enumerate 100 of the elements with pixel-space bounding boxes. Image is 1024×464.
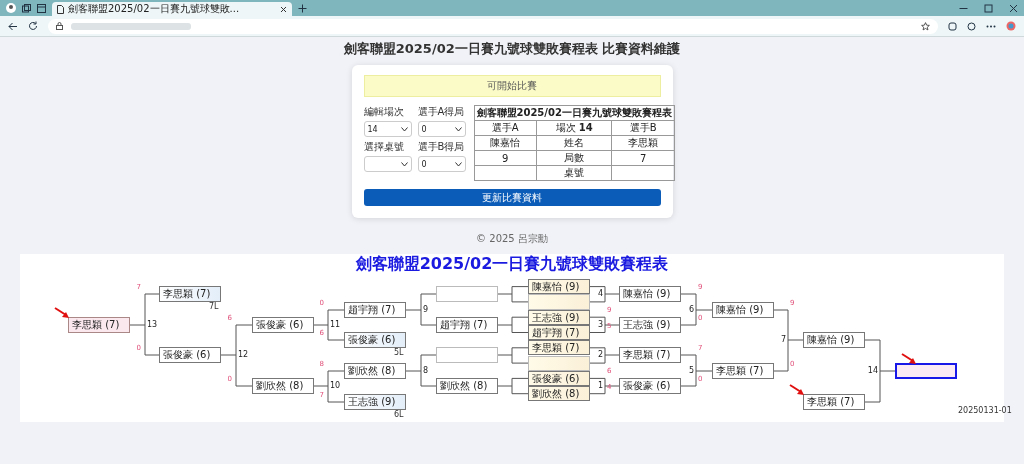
empty-slot xyxy=(528,294,590,310)
chevron-icon xyxy=(454,126,462,132)
select-field[interactable]: 14 xyxy=(363,121,412,137)
update-button[interactable]: 更新比賽資料 xyxy=(363,189,661,206)
match-number: 9 xyxy=(423,304,429,316)
player-box: 李思穎 (7) xyxy=(712,363,774,379)
tab-title: 劍客聯盟2025/02一日賽九號球雙敗... xyxy=(68,3,241,15)
player-box: 劉欣然 (8) xyxy=(528,386,590,402)
table-cell: 場次 14 xyxy=(536,120,612,136)
drop-note: 7L xyxy=(209,302,219,311)
field-label: 選手A得局 xyxy=(417,105,466,119)
match-number: 11 xyxy=(330,319,341,331)
more-icon[interactable] xyxy=(986,24,996,28)
table-cell: 陳嘉怡 xyxy=(474,135,537,151)
close-icon[interactable] xyxy=(1009,3,1018,13)
match-number: 6 xyxy=(687,304,694,316)
connector-line xyxy=(312,309,345,341)
connector-line xyxy=(128,293,160,356)
match-number: 13 xyxy=(147,319,158,331)
table-cell: 9 xyxy=(474,150,537,166)
table-title: 劍客聯盟2025/02一日賽九號球雙敗賽程表 xyxy=(474,105,675,121)
connector-line xyxy=(772,309,804,372)
connector-line xyxy=(679,293,713,326)
status-notice: 可開始比賽 xyxy=(363,75,661,97)
maximize-icon[interactable] xyxy=(984,3,993,13)
table-cell: 選手B xyxy=(611,120,675,136)
match-number: 12 xyxy=(238,349,249,361)
collections-icon[interactable] xyxy=(22,3,31,13)
chevron-icon xyxy=(400,161,408,167)
tab-actions-icon[interactable] xyxy=(37,3,46,13)
player-box: 趙宇翔 (7) xyxy=(344,302,406,318)
connector-line xyxy=(220,324,253,387)
connector-line xyxy=(404,293,437,326)
empty-slot xyxy=(895,363,957,379)
player-box: 劉欣然 (8) xyxy=(252,378,314,394)
page-icon xyxy=(57,4,64,14)
connector-line xyxy=(588,377,620,395)
player-box: 李思穎 (7) xyxy=(528,340,590,356)
field-label: 選擇桌號 xyxy=(363,140,405,154)
lock-icon xyxy=(56,22,63,30)
select-field[interactable] xyxy=(363,156,412,172)
table-cell: 桌號 xyxy=(536,165,612,181)
player-box: 李思穎 (7) xyxy=(68,317,130,333)
player-box: 李思穎 (7) xyxy=(803,394,865,410)
player-box: 陳嘉怡 (9) xyxy=(528,279,590,295)
player-box: 王志強 (9) xyxy=(344,394,406,410)
browser-tab[interactable]: 劍客聯盟2025/02一日賽九號球雙敗... xyxy=(52,2,292,16)
field-label: 編輯場次 xyxy=(363,105,405,119)
match-number: 7 xyxy=(779,334,786,346)
player-box: 李思穎 (7) xyxy=(619,347,681,363)
player-box: 李思穎 (7) xyxy=(159,286,221,302)
chevron-icon xyxy=(454,161,462,167)
match-number: 5 xyxy=(687,365,694,377)
player-box: 張俊豪 (6) xyxy=(252,317,314,333)
player-box: 張俊豪 (6) xyxy=(159,347,221,363)
back-icon[interactable] xyxy=(8,21,18,31)
footer-text: © 2025 呂宗勳 xyxy=(476,232,548,246)
star-icon[interactable] xyxy=(921,21,930,31)
player-box: 劉欣然 (8) xyxy=(344,363,406,379)
page-title: 劍客聯盟2025/02一日賽九號球雙敗賽程表 比賽資料維護 xyxy=(343,40,681,58)
chevron-icon xyxy=(400,126,408,132)
table-cell: 姓名 xyxy=(536,135,612,151)
new-tab-icon[interactable] xyxy=(298,3,307,13)
empty-slot xyxy=(528,355,590,371)
field-label: 選手B得局 xyxy=(417,140,466,154)
drop-note: 6L xyxy=(394,410,404,419)
match-number: 3 xyxy=(596,319,603,331)
player-box: 王志強 (9) xyxy=(619,317,681,333)
reload-icon[interactable] xyxy=(28,21,38,31)
connector-line xyxy=(312,370,345,403)
select-field[interactable]: 0 xyxy=(417,156,466,172)
connector-line xyxy=(496,286,529,303)
match-number: 8 xyxy=(423,365,429,377)
player-box: 趙宇翔 (7) xyxy=(436,317,498,333)
empty-slot xyxy=(436,347,498,363)
connector-line xyxy=(588,316,620,333)
profile-icon[interactable] xyxy=(6,3,16,13)
connector-line xyxy=(863,339,896,403)
close-icon[interactable] xyxy=(280,5,287,13)
connector-line xyxy=(588,286,620,303)
connector-line xyxy=(404,354,437,387)
table-cell: 7 xyxy=(611,150,675,166)
connector-line xyxy=(588,347,620,364)
player-box: 陳嘉怡 (9) xyxy=(619,286,681,302)
match-number: 4 xyxy=(596,288,603,300)
match-number: 1 xyxy=(596,380,603,392)
match-number: 14 xyxy=(866,365,878,377)
connector-line xyxy=(679,354,713,387)
serial-number: 20250131-01 xyxy=(958,406,1012,415)
connector-line xyxy=(496,316,529,333)
connector-line xyxy=(496,377,529,395)
empty-slot xyxy=(436,286,498,302)
select-field[interactable]: 0 xyxy=(417,121,466,137)
table-cell: 選手A xyxy=(474,120,537,136)
player-box: 陳嘉怡 (9) xyxy=(712,302,774,318)
player-box: 張俊豪 (6) xyxy=(619,378,681,394)
bracket-title: 劍客聯盟2025/02一日賽九號球雙敗賽程表 xyxy=(354,254,670,274)
player-box: 陳嘉怡 (9) xyxy=(803,332,865,348)
match-number: 10 xyxy=(330,380,341,392)
table-cell: 李思穎 xyxy=(611,135,675,151)
